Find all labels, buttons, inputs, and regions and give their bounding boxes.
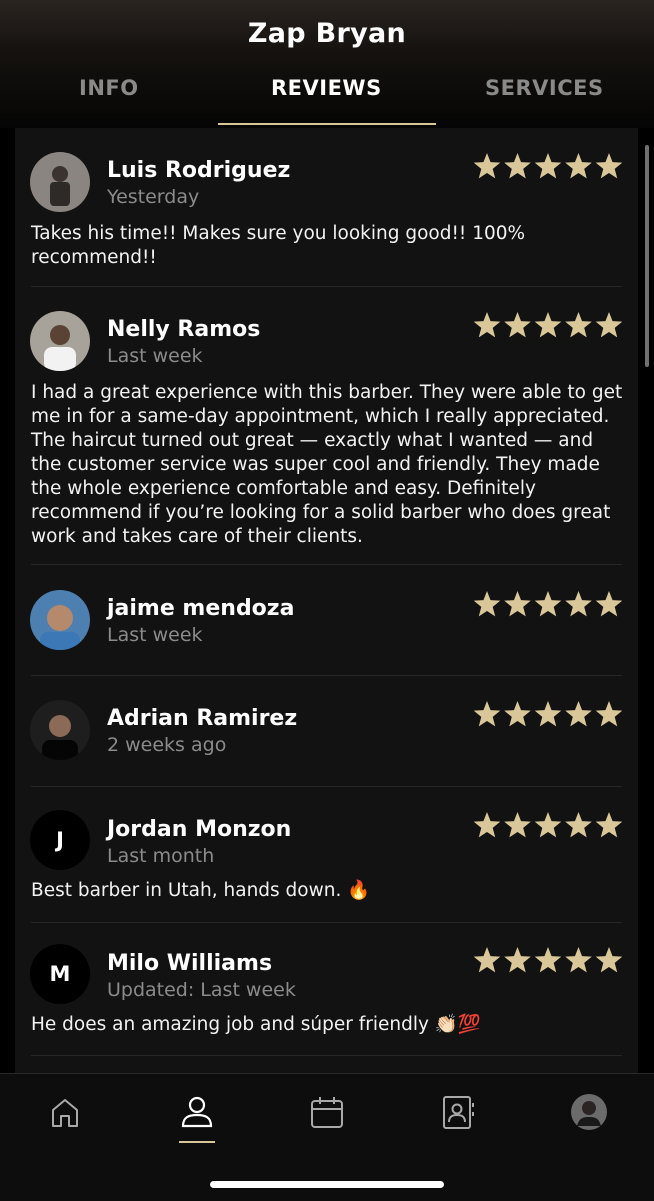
star-rating: [473, 153, 622, 179]
review-text: Takes his time!! Makes sure you looking …: [31, 223, 526, 268]
home-indicator: [210, 1181, 444, 1188]
page-title: Zap Bryan: [247, 18, 407, 49]
tab-bar: INFO REVIEWS SERVICES: [0, 72, 654, 126]
divider: [31, 922, 622, 923]
star-icon: [565, 153, 592, 179]
star-icon: [595, 312, 622, 338]
reviewer-name: Luis Rodriguez: [107, 158, 291, 183]
profile-icon[interactable]: [177, 1092, 217, 1132]
reviews-list[interactable]: Luis Rodriguez Yesterday Takes his time!…: [15, 128, 638, 1073]
star-icon: [595, 701, 622, 727]
reviewer-name: Nelly Ramos: [107, 317, 261, 342]
star-rating: [473, 812, 622, 838]
star-icon: [504, 812, 531, 838]
reviewer-name: jaime mendoza: [107, 596, 295, 621]
reviewer-name: Jordan Monzon: [107, 817, 292, 842]
divider: [31, 675, 622, 676]
tab-info[interactable]: INFO: [79, 76, 139, 100]
star-icon: [565, 312, 592, 338]
star-icon: [504, 591, 531, 617]
review-time: 2 weeks ago: [107, 734, 227, 756]
reviewer-avatar: [30, 700, 90, 760]
reviewer-avatar: M: [30, 944, 90, 1004]
review-time: Last week: [107, 345, 203, 367]
review-time: Updated: Last week: [107, 979, 296, 1001]
star-icon: [595, 812, 622, 838]
account-avatar[interactable]: [569, 1092, 609, 1132]
reviewer-avatar: J: [30, 810, 90, 870]
reviewer-avatar: [30, 590, 90, 650]
star-icon: [473, 812, 501, 838]
divider: [31, 286, 622, 287]
star-icon: [473, 947, 501, 973]
reviewer-avatar: [30, 311, 90, 371]
review-time: Last week: [107, 624, 203, 646]
review-time: Yesterday: [107, 186, 200, 208]
star-icon: [473, 591, 501, 617]
divider: [31, 1055, 622, 1056]
star-icon: [534, 947, 562, 973]
star-rating: [473, 947, 622, 973]
star-icon: [504, 312, 531, 338]
star-icon: [504, 153, 531, 179]
star-icon: [595, 153, 622, 179]
star-icon: [534, 591, 562, 617]
reviewer-avatar: [30, 152, 90, 212]
star-icon: [565, 947, 592, 973]
reviewer-name: Milo Williams: [107, 951, 273, 976]
active-tab-indicator: [218, 123, 436, 125]
star-rating: [473, 701, 622, 727]
star-icon: [473, 312, 501, 338]
star-icon: [595, 947, 622, 973]
review-time: Last month: [107, 845, 215, 867]
active-nav-indicator: [179, 1141, 215, 1143]
star-icon: [565, 701, 592, 727]
star-icon: [534, 153, 562, 179]
scrollbar[interactable]: [645, 145, 649, 367]
star-icon: [534, 312, 562, 338]
star-icon: [595, 591, 622, 617]
review-text: I had a great experience with this barbe…: [31, 382, 623, 547]
calendar-icon[interactable]: [307, 1092, 347, 1132]
divider: [31, 564, 622, 565]
star-icon: [565, 812, 592, 838]
star-icon: [565, 591, 592, 617]
contacts-icon[interactable]: [438, 1092, 478, 1132]
star-rating: [473, 591, 622, 617]
tab-reviews[interactable]: REVIEWS: [271, 76, 382, 100]
star-icon: [504, 701, 531, 727]
star-icon: [473, 701, 501, 727]
reviewer-name: Adrian Ramirez: [107, 706, 298, 731]
divider: [31, 786, 622, 787]
star-icon: [534, 701, 562, 727]
header: Zap Bryan INFO REVIEWS SERVICES: [0, 0, 654, 128]
star-icon: [473, 153, 501, 179]
home-icon[interactable]: [45, 1092, 85, 1132]
bottom-nav: [0, 1073, 654, 1201]
tab-services[interactable]: SERVICES: [485, 76, 604, 100]
review-text: He does an amazing job and súper friendl…: [31, 1014, 481, 1035]
star-rating: [473, 312, 622, 338]
review-text: Best barber in Utah, hands down. 🔥: [31, 880, 371, 901]
star-icon: [534, 812, 562, 838]
star-icon: [504, 947, 531, 973]
